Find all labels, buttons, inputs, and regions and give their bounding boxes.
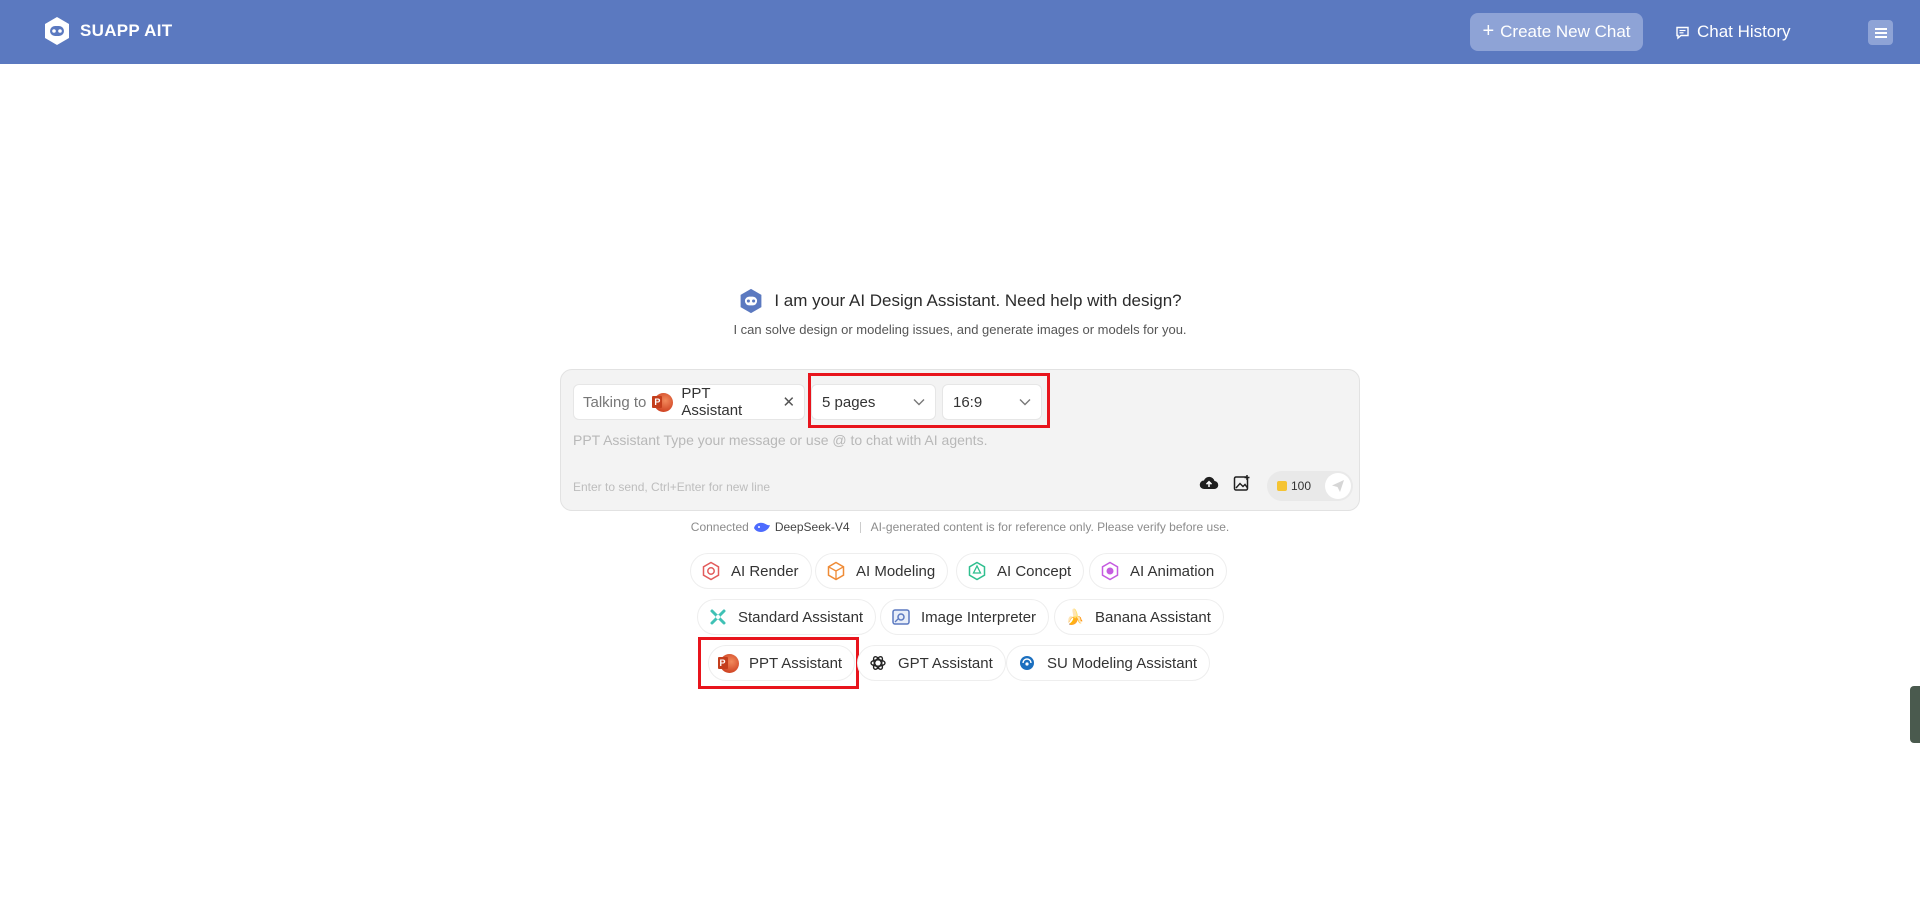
greeting-title: I am your AI Design Assistant. Need help…: [774, 291, 1182, 310]
pages-select[interactable]: 5 pages: [811, 384, 936, 420]
plus-icon: +: [1482, 20, 1495, 42]
chevron-down-icon: [1019, 399, 1031, 406]
agent-chip-label: AI Animation: [1130, 562, 1215, 580]
agent-chip-label: PPT Assistant: [749, 654, 843, 672]
agent-chip-ai-modeling[interactable]: AI Modeling: [815, 553, 949, 589]
send-button[interactable]: [1325, 473, 1351, 499]
agent-chip-image-interpreter[interactable]: Image Interpreter: [880, 599, 1050, 635]
banana-icon: 🍌: [1065, 609, 1085, 626]
agent-chip-ppt-assistant[interactable]: PPT Assistant: [708, 645, 856, 681]
animation-icon: [1100, 561, 1120, 581]
robot-assistant-icon: [740, 288, 762, 314]
chat-history-label: Chat History: [1697, 22, 1791, 41]
concept-icon: [967, 561, 987, 581]
greeting-subtitle: I can solve design or modeling issues, a…: [733, 322, 1187, 337]
side-widget-handle[interactable]: [1910, 686, 1920, 743]
connection-status: Connected DeepSeek-V4 AI-generated conte…: [0, 520, 1920, 534]
credits-and-send: 100: [1267, 471, 1353, 501]
agent-chip-standard-assistant[interactable]: Standard Assistant: [697, 599, 877, 635]
chat-bubble-icon: [1676, 26, 1689, 39]
paper-plane-icon: [1332, 480, 1344, 492]
close-icon[interactable]: ✕: [782, 393, 795, 411]
ratio-value: 16:9: [953, 393, 983, 411]
agent-chip-label: Banana Assistant: [1095, 608, 1211, 626]
disclaimer: AI-generated content is for reference on…: [870, 520, 1230, 534]
talking-to-tag: Talking to PPT Assistant ✕: [573, 384, 805, 420]
image-interpreter-icon: [891, 607, 911, 627]
agent-chip-ai-animation[interactable]: AI Animation: [1089, 553, 1228, 589]
deepseek-whale-icon: [753, 522, 770, 532]
openai-icon: [868, 653, 888, 673]
robot-logo-icon: [45, 17, 69, 45]
message-input[interactable]: PPT Assistant Type your message or use @…: [573, 432, 987, 448]
create-new-chat-button[interactable]: + Create New Chat: [1470, 13, 1643, 51]
aspect-ratio-select[interactable]: 16:9: [942, 384, 1042, 420]
input-hint: Enter to send, Ctrl+Enter for new line: [573, 480, 771, 494]
brand-name: SUAPP AIT: [80, 21, 173, 40]
agent-chip-banana-assistant[interactable]: 🍌 Banana Assistant: [1054, 599, 1224, 635]
greeting-row: I am your AI Design Assistant. Need help…: [0, 288, 1920, 314]
agent-chip-label: Standard Assistant: [738, 608, 864, 626]
su-modeling-icon: [1017, 653, 1037, 673]
image-upload-icon[interactable]: [1233, 474, 1251, 492]
modeling-cube-icon: [826, 561, 846, 581]
agent-chip-label: AI Render: [731, 562, 799, 580]
chevron-down-icon: [913, 399, 925, 406]
agent-chip-ai-render[interactable]: AI Render: [690, 553, 812, 589]
standard-assistant-icon: [708, 607, 728, 627]
agent-chip-label: GPT Assistant: [898, 654, 993, 672]
coin-icon: [1277, 481, 1287, 491]
divider: [859, 521, 861, 533]
agent-chip-label: SU Modeling Assistant: [1047, 654, 1198, 672]
cloud-upload-icon[interactable]: [1199, 475, 1219, 491]
agent-chip-su-modeling-assistant[interactable]: SU Modeling Assistant: [1006, 645, 1211, 681]
agent-chip-gpt-assistant[interactable]: GPT Assistant: [857, 645, 1006, 681]
connected-label: Connected: [690, 520, 749, 534]
brand-logo[interactable]: SUAPP AIT: [42, 16, 172, 46]
talking-to-label: Talking to: [583, 393, 647, 411]
top-header: SUAPP AIT + Create New Chat Chat History: [0, 0, 1920, 64]
agent-chip-label: Image Interpreter: [921, 608, 1037, 626]
create-new-chat-label: Create New Chat: [1500, 22, 1631, 41]
pages-value: 5 pages: [822, 393, 876, 411]
credits-value: 100: [1291, 479, 1312, 493]
hamburger-icon: [1874, 31, 1887, 34]
render-icon: [701, 561, 721, 581]
selected-agent-name: PPT Assistant: [681, 385, 743, 419]
agent-chip-ai-concept[interactable]: AI Concept: [956, 553, 1085, 589]
agent-chip-label: AI Modeling: [856, 562, 936, 580]
menu-button[interactable]: [1868, 20, 1893, 45]
ppt-icon: [717, 653, 739, 673]
agent-chip-label: AI Concept: [997, 562, 1072, 580]
chat-history-button[interactable]: Chat History: [1675, 13, 1791, 51]
chat-composer[interactable]: Talking to PPT Assistant ✕ 5 pages 16:9 …: [560, 369, 1360, 511]
ppt-icon: [652, 392, 674, 412]
model-name: DeepSeek-V4: [774, 520, 850, 534]
